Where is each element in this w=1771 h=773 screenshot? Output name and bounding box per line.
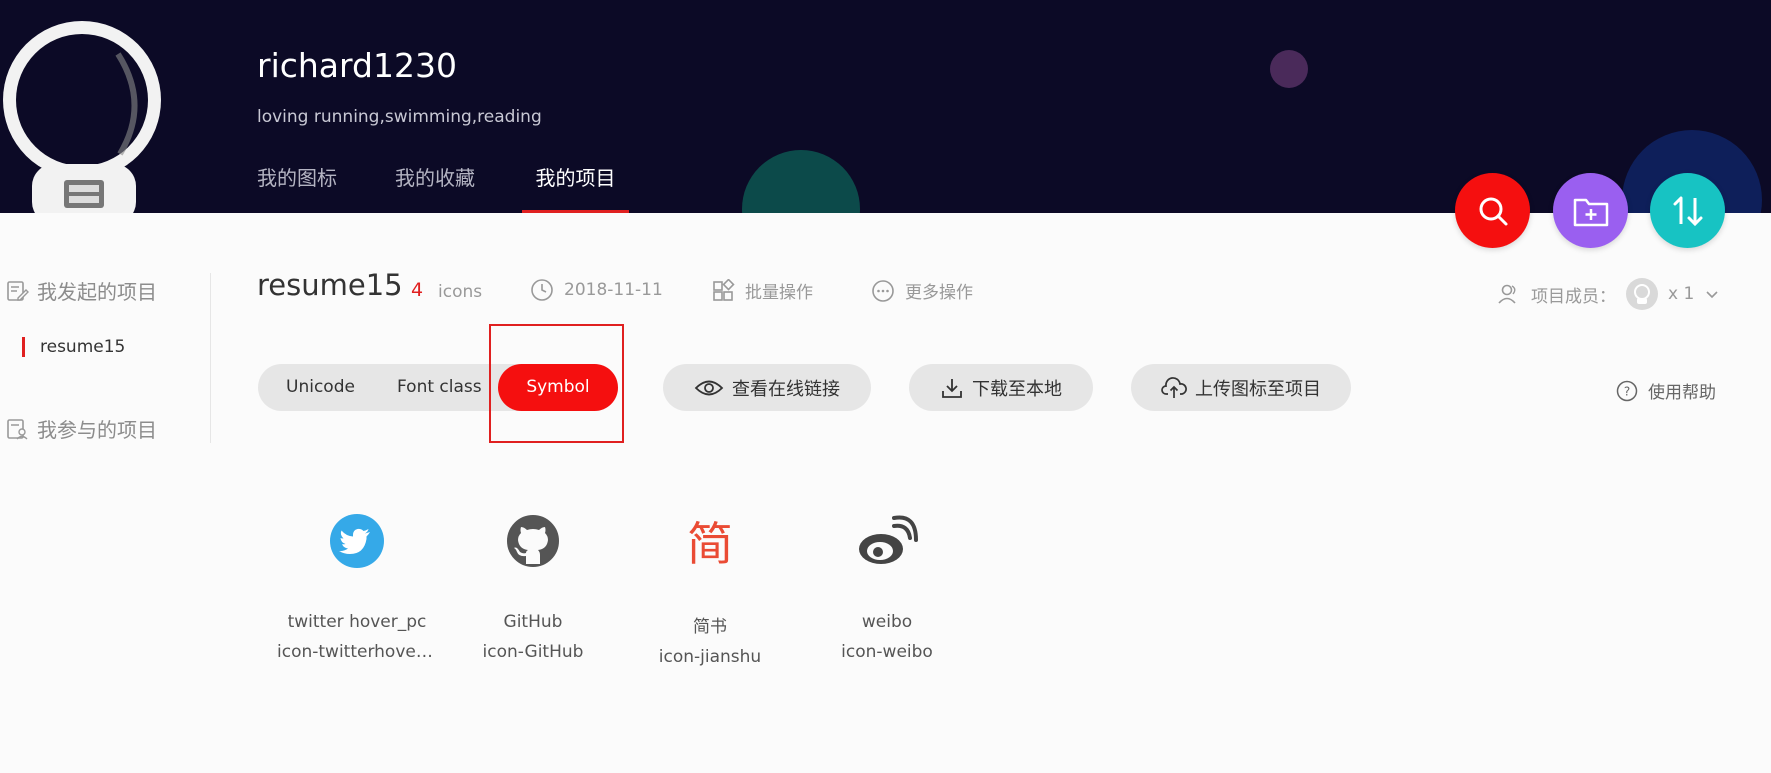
cloud-upload-icon <box>1161 376 1187 398</box>
help-link[interactable]: ? 使用帮助 <box>1616 378 1716 403</box>
project-title: resume15 <box>257 268 403 302</box>
tab-my-favorites[interactable]: 我的收藏 <box>395 162 475 213</box>
icon-code: icon-jianshu <box>658 647 762 667</box>
user-document-icon <box>7 418 28 440</box>
sort-button[interactable] <box>1650 173 1725 248</box>
icon-count: 4 <box>411 279 424 301</box>
user-tagline: loving running,swimming,reading <box>257 107 542 127</box>
members-icon <box>1498 284 1516 304</box>
members-label: 项目成员： <box>1531 286 1616 307</box>
sidebar-divider <box>210 273 211 443</box>
download-local-button[interactable]: 下载至本地 <box>909 364 1093 411</box>
jianshu-icon: 简 <box>687 517 733 571</box>
download-icon <box>942 378 962 398</box>
search-button[interactable] <box>1455 173 1530 248</box>
icon-card-jianshu[interactable]: 简 简书 icon-jianshu <box>630 505 790 667</box>
sidebar-joined-projects: 我参与的项目 <box>5 414 157 443</box>
weibo-icon <box>859 515 918 564</box>
icon-code: icon-twitterhover... <box>277 642 437 662</box>
help-icon: ? <box>1616 380 1638 401</box>
upload-icon-button[interactable]: 上传图标至项目 <box>1131 364 1351 411</box>
download-local-label: 下载至本地 <box>972 378 1062 400</box>
tab-my-icons[interactable]: 我的图标 <box>257 162 337 213</box>
members-count: x 1 <box>1668 284 1695 304</box>
chevron-down-icon <box>1706 291 1718 299</box>
icon-code: icon-weibo <box>841 642 933 662</box>
icon-card-twitter[interactable]: twitter hover_pc icon-twitterhover... <box>277 505 437 662</box>
eye-icon <box>694 380 724 395</box>
project-date: 2018-11-11 <box>530 278 663 302</box>
more-operations-button[interactable]: 更多操作 <box>871 278 973 303</box>
icon-card-github[interactable]: GitHub icon-GitHub <box>453 505 613 662</box>
batch-operation-label: 批量操作 <box>745 283 813 303</box>
icon-count-unit: icons <box>438 282 483 302</box>
search-icon <box>1479 197 1507 225</box>
project-date-text: 2018-11-11 <box>564 280 663 300</box>
member-avatar <box>1626 278 1658 310</box>
sidebar-item-resume15[interactable]: resume15 <box>22 337 125 357</box>
help-label: 使用帮助 <box>1648 383 1716 403</box>
add-folder-icon <box>1573 198 1608 226</box>
mode-font-class[interactable]: Font class <box>397 364 482 411</box>
astronaut-avatar-icon[interactable] <box>0 14 170 213</box>
icon-card-weibo[interactable]: weibo icon-weibo <box>807 505 967 662</box>
batch-operation-button[interactable]: 批量操作 <box>711 278 813 303</box>
sidebar-section-label: 我参与的项目 <box>37 418 157 442</box>
decorative-circle <box>1270 50 1308 88</box>
clock-icon <box>531 279 553 301</box>
sidebar-created-projects: 我发起的项目 <box>5 276 157 305</box>
sort-icon <box>1673 196 1702 226</box>
svg-text:?: ? <box>1624 384 1630 398</box>
decorative-circle <box>742 150 860 213</box>
more-icon <box>872 279 894 302</box>
mode-unicode[interactable]: Unicode <box>286 364 355 411</box>
view-online-link-label: 查看在线链接 <box>732 378 840 400</box>
add-project-button[interactable] <box>1553 173 1628 248</box>
avatar-icon <box>1634 284 1650 304</box>
username: richard1230 <box>257 46 457 85</box>
icon-name: weibo <box>861 612 913 632</box>
batch-icon <box>713 278 735 301</box>
upload-icon-label: 上传图标至项目 <box>1195 378 1321 400</box>
github-icon <box>507 515 559 567</box>
icon-name: twitter hover_pc <box>287 612 427 632</box>
icon-code: icon-GitHub <box>482 642 584 662</box>
icon-name: 简书 <box>693 617 727 637</box>
edit-document-icon <box>7 280 29 301</box>
project-members[interactable]: 项目成员： x 1 <box>1497 278 1720 310</box>
tab-my-projects[interactable]: 我的项目 <box>522 162 629 213</box>
view-online-link-button[interactable]: 查看在线链接 <box>663 364 871 411</box>
more-operations-label: 更多操作 <box>905 283 973 303</box>
highlight-annotation <box>489 324 624 443</box>
sidebar-section-label: 我发起的项目 <box>37 280 157 304</box>
icon-name: GitHub <box>503 612 563 632</box>
twitter-icon <box>330 514 384 568</box>
